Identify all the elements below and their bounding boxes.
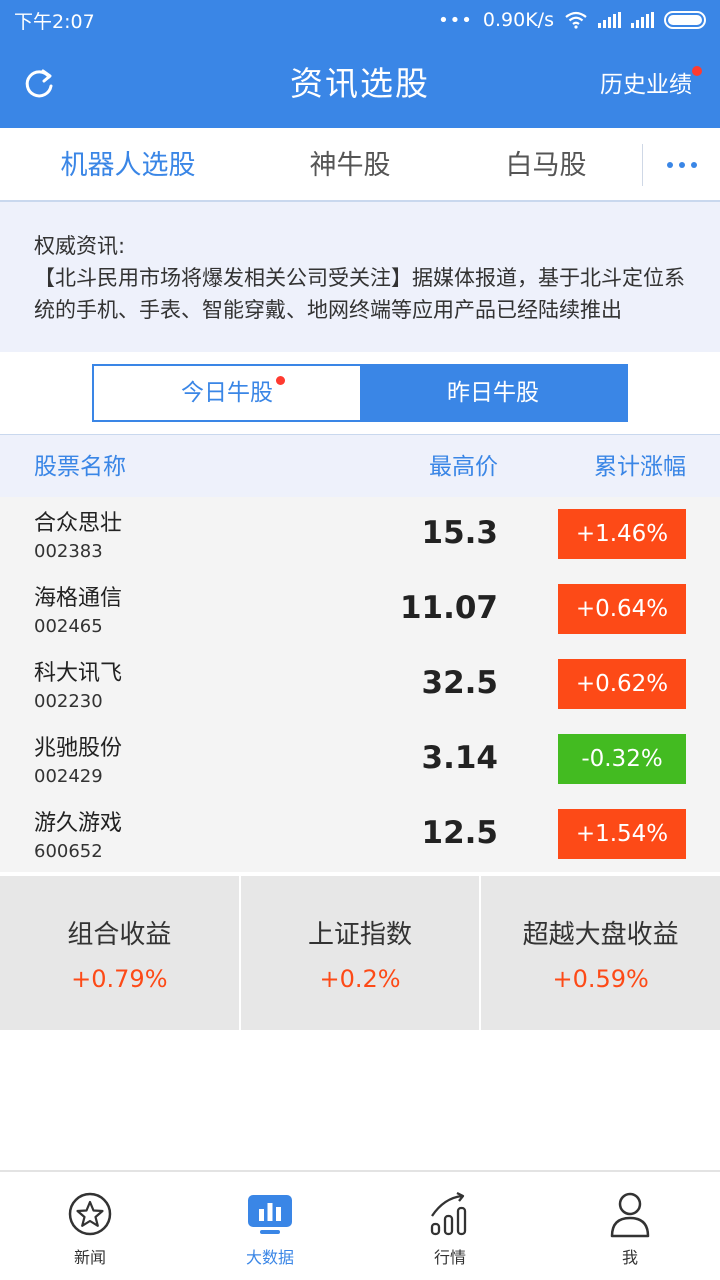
tab-bull-stocks[interactable]: 神牛股 — [282, 128, 418, 202]
bottom-navigation: 新闻 大数据 行情 我 — [0, 1170, 720, 1280]
history-performance-link[interactable]: 历史业绩 — [600, 40, 692, 128]
signal-icon — [631, 12, 654, 28]
summary-label: 上证指数 — [308, 920, 413, 950]
summary-label: 组合收益 — [67, 920, 172, 950]
stock-name: 兆驰股份 — [34, 736, 123, 761]
stock-list: 合众思壮 002383 15.3 +1.46% 海格通信 002465 11.0… — [0, 497, 720, 872]
column-header-name: 股票名称 — [34, 454, 126, 480]
change-badge: -0.32% — [558, 734, 686, 784]
stock-name: 合众思壮 — [34, 511, 123, 536]
table-row[interactable]: 游久游戏 600652 12.5 +1.54% — [0, 797, 720, 872]
notification-dot — [276, 376, 285, 385]
change-badge: +0.64% — [558, 584, 686, 634]
change-badge: +0.62% — [558, 659, 686, 709]
user-icon — [610, 1192, 650, 1238]
summary-label: 超越大盘收益 — [522, 920, 679, 950]
stock-high-price: 15.3 — [421, 515, 499, 551]
tab-robot-picks[interactable]: 机器人选股 — [40, 128, 216, 202]
day-segment-control: 今日牛股 昨日牛股 — [92, 364, 628, 422]
summary-value: +0.59% — [552, 965, 649, 993]
table-row[interactable]: 兆驰股份 002429 3.14 -0.32% — [0, 722, 720, 797]
network-speed: 0.90K/s — [482, 9, 554, 31]
stock-name: 游久游戏 — [34, 811, 123, 836]
more-icon — [666, 162, 673, 168]
stock-high-price: 32.5 — [421, 665, 499, 701]
yesterday-bull-stocks-tab[interactable]: 昨日牛股 — [360, 366, 626, 420]
big-data-icon — [248, 1195, 292, 1234]
notification-dot — [692, 66, 702, 76]
today-bull-stocks-tab[interactable]: 今日牛股 — [94, 366, 360, 420]
stock-code: 600652 — [34, 841, 103, 862]
status-indicators: ••• 0.90K/s — [438, 9, 706, 31]
category-tabs: 机器人选股 神牛股 白马股 — [0, 128, 720, 202]
nav-label: 新闻 — [73, 1248, 106, 1267]
news-banner[interactable]: 权威资讯: 【北斗民用市场将爆发相关公司受关注】据媒体报道，基于北斗定位系统的手… — [0, 202, 720, 352]
nav-big-data[interactable]: 大数据 — [180, 1172, 360, 1280]
tab-blue-chip-stocks[interactable]: 白马股 — [478, 128, 614, 202]
battery-icon — [664, 11, 706, 29]
stock-table-header: 股票名称 最高价 累计涨幅 — [0, 435, 720, 497]
change-badge: +1.46% — [558, 509, 686, 559]
nav-label: 大数据 — [245, 1248, 294, 1267]
stock-code: 002383 — [34, 541, 103, 562]
stock-code: 002230 — [34, 691, 103, 712]
return-summary: 组合收益 +0.79% 上证指数 +0.2% 超越大盘收益 +0.59% — [0, 876, 720, 1030]
table-row[interactable]: 合众思壮 002383 15.3 +1.46% — [0, 497, 720, 572]
more-dots-icon: ••• — [438, 9, 473, 31]
more-tabs-button[interactable] — [642, 144, 720, 186]
news-label: 权威资讯: — [34, 234, 126, 258]
market-chart-icon — [430, 1191, 467, 1236]
stock-high-price: 11.07 — [399, 590, 498, 626]
signal-icon — [598, 12, 621, 28]
nav-news[interactable]: 新闻 — [0, 1172, 180, 1280]
app-header: 资讯选股 历史业绩 — [0, 40, 720, 128]
summary-value: +0.2% — [319, 965, 401, 993]
wifi-icon — [565, 11, 587, 29]
status-time: 下午2:07 — [14, 10, 95, 33]
summary-excess-return: 超越大盘收益 +0.59% — [479, 876, 720, 1030]
stock-name: 海格通信 — [34, 586, 123, 611]
nav-me[interactable]: 我 — [540, 1172, 720, 1280]
nav-market[interactable]: 行情 — [360, 1172, 540, 1280]
stock-high-price: 12.5 — [421, 815, 499, 851]
stock-code: 002465 — [34, 616, 103, 637]
table-row[interactable]: 海格通信 002465 11.07 +0.64% — [0, 572, 720, 647]
star-circle-icon — [68, 1192, 112, 1236]
news-text: 【北斗民用市场将爆发相关公司受关注】据媒体报道，基于北斗定位系统的手机、手表、智… — [34, 266, 685, 322]
table-row[interactable]: 科大讯飞 002230 32.5 +0.62% — [0, 647, 720, 722]
column-header-change: 累计涨幅 — [594, 454, 686, 480]
stock-code: 002429 — [34, 766, 103, 787]
stock-name: 科大讯飞 — [34, 661, 123, 686]
nav-label: 我 — [621, 1248, 638, 1267]
change-badge: +1.54% — [558, 809, 686, 859]
today-label: 今日牛股 — [181, 380, 273, 406]
summary-portfolio-return: 组合收益 +0.79% — [0, 876, 239, 1030]
status-bar: 下午2:07 ••• 0.90K/s — [0, 0, 720, 40]
summary-sse-index: 上证指数 +0.2% — [238, 876, 480, 1030]
column-header-price: 最高价 — [429, 454, 498, 480]
nav-label: 行情 — [433, 1248, 466, 1267]
summary-value: +0.79% — [71, 965, 168, 993]
stock-high-price: 3.14 — [421, 740, 499, 776]
